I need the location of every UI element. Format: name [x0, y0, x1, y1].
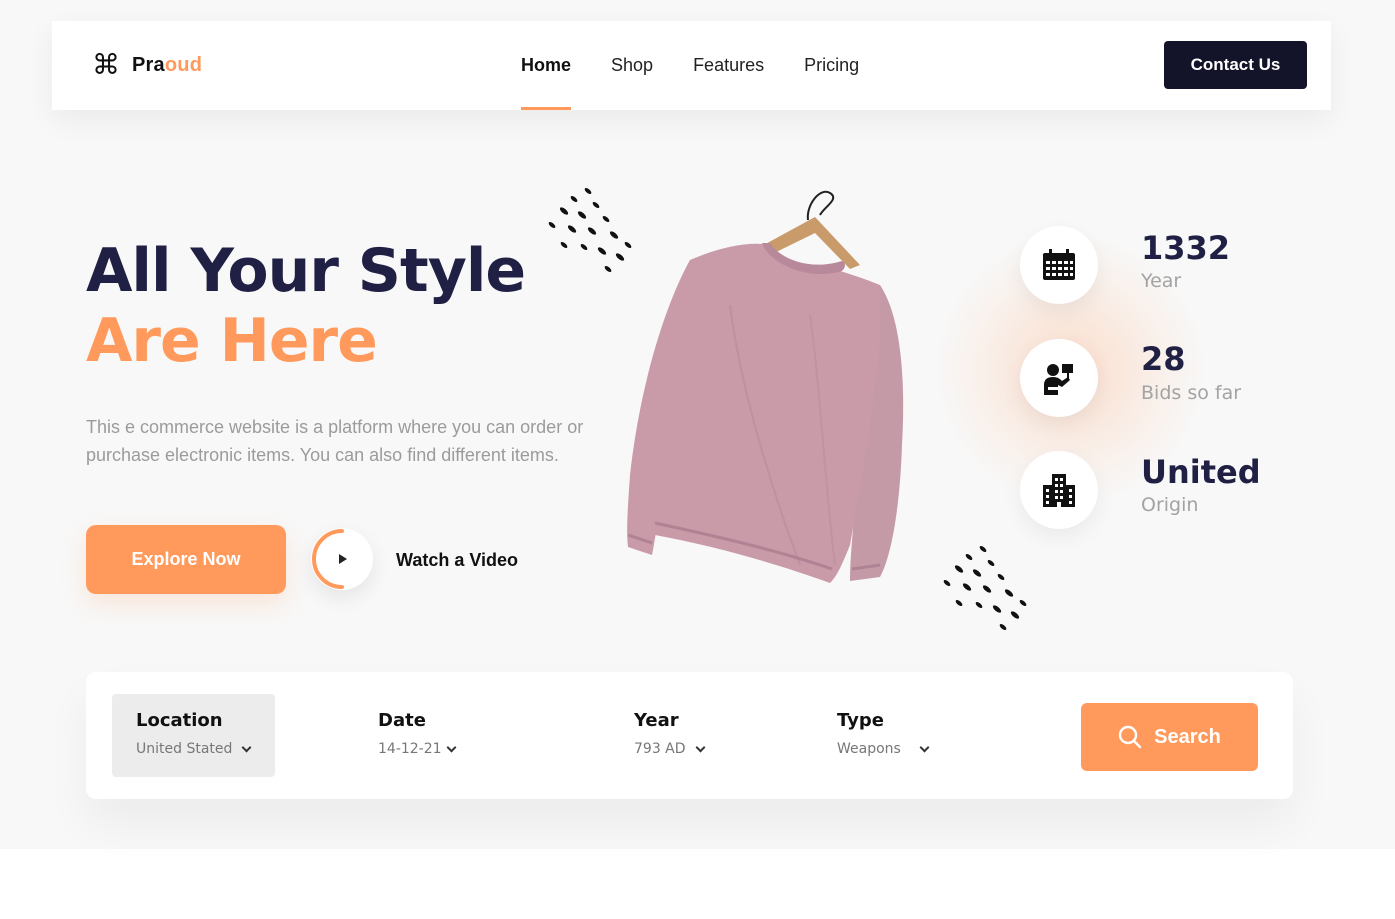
stat-origin-label: Origin — [1141, 494, 1199, 516]
type-filter[interactable]: Type Weapons — [837, 710, 977, 762]
play-video-button[interactable] — [311, 528, 373, 590]
building-icon — [1043, 474, 1075, 507]
search-filter-bar: Location United Stated Date 14-12-21 Yea… — [86, 672, 1293, 799]
stat-year-label: Year — [1141, 270, 1182, 292]
stat-year-circle — [1020, 226, 1098, 304]
hero-title-line-1: All Your Style — [86, 236, 526, 306]
logo[interactable]: ⌘ Praoud — [92, 51, 202, 79]
location-filter-value: United Stated — [136, 741, 233, 757]
auction-icon — [1044, 364, 1073, 395]
watch-video-link[interactable]: Watch a Video — [396, 550, 518, 571]
location-filter-title: Location — [136, 710, 223, 731]
nav-link-home[interactable]: Home — [521, 21, 572, 110]
date-filter[interactable]: Date 14-12-21 — [378, 710, 518, 762]
year-filter[interactable]: Year 793 AD — [634, 710, 774, 762]
date-filter-title: Date — [378, 710, 426, 731]
brand-name-prefix: Pra — [132, 53, 165, 76]
chevron-down-icon — [446, 742, 457, 753]
main-nav: Home Shop Features Pricing — [521, 21, 859, 110]
location-filter[interactable]: Location United Stated — [112, 694, 275, 777]
play-icon — [339, 554, 347, 564]
search-button-label: Search — [1154, 725, 1221, 748]
brand-name: Praoud — [132, 54, 202, 77]
stat-origin-circle — [1020, 451, 1098, 529]
stat-bids-value: 28 — [1141, 340, 1186, 378]
search-button[interactable]: Search — [1081, 703, 1258, 771]
year-filter-value: 793 AD — [634, 741, 686, 757]
search-icon — [1118, 725, 1142, 749]
hero-title-line-2: Are Here — [86, 306, 378, 376]
calendar-icon — [1043, 249, 1075, 280]
type-filter-title: Type — [837, 710, 884, 731]
explore-now-button[interactable]: Explore Now — [86, 525, 286, 594]
stat-bids-circle — [1020, 339, 1098, 417]
stat-origin-value: United — [1141, 453, 1261, 491]
brand-name-accent: oud — [164, 53, 203, 76]
contact-us-button[interactable]: Contact Us — [1164, 41, 1307, 89]
chevron-down-icon — [695, 742, 706, 753]
stat-bids-label: Bids so far — [1141, 382, 1242, 404]
chevron-down-icon — [919, 742, 930, 753]
date-filter-value: 14-12-21 — [378, 741, 442, 757]
year-filter-title: Year — [634, 710, 679, 731]
type-filter-value: Weapons — [837, 741, 901, 757]
hero-description: This e commerce website is a platform wh… — [86, 417, 584, 465]
nav-link-shop[interactable]: Shop — [611, 21, 653, 110]
product-sweatshirt-image — [627, 190, 904, 583]
nav-link-pricing[interactable]: Pricing — [804, 21, 859, 110]
navbar: ⌘ Praoud Home Shop Features Pricing Cont… — [52, 21, 1331, 110]
command-icon: ⌘ — [92, 48, 120, 81]
nav-link-features[interactable]: Features — [693, 21, 764, 110]
chevron-down-icon — [241, 742, 252, 753]
stat-year-value: 1332 — [1141, 229, 1231, 267]
decorative-dots-bottom — [943, 546, 1027, 630]
